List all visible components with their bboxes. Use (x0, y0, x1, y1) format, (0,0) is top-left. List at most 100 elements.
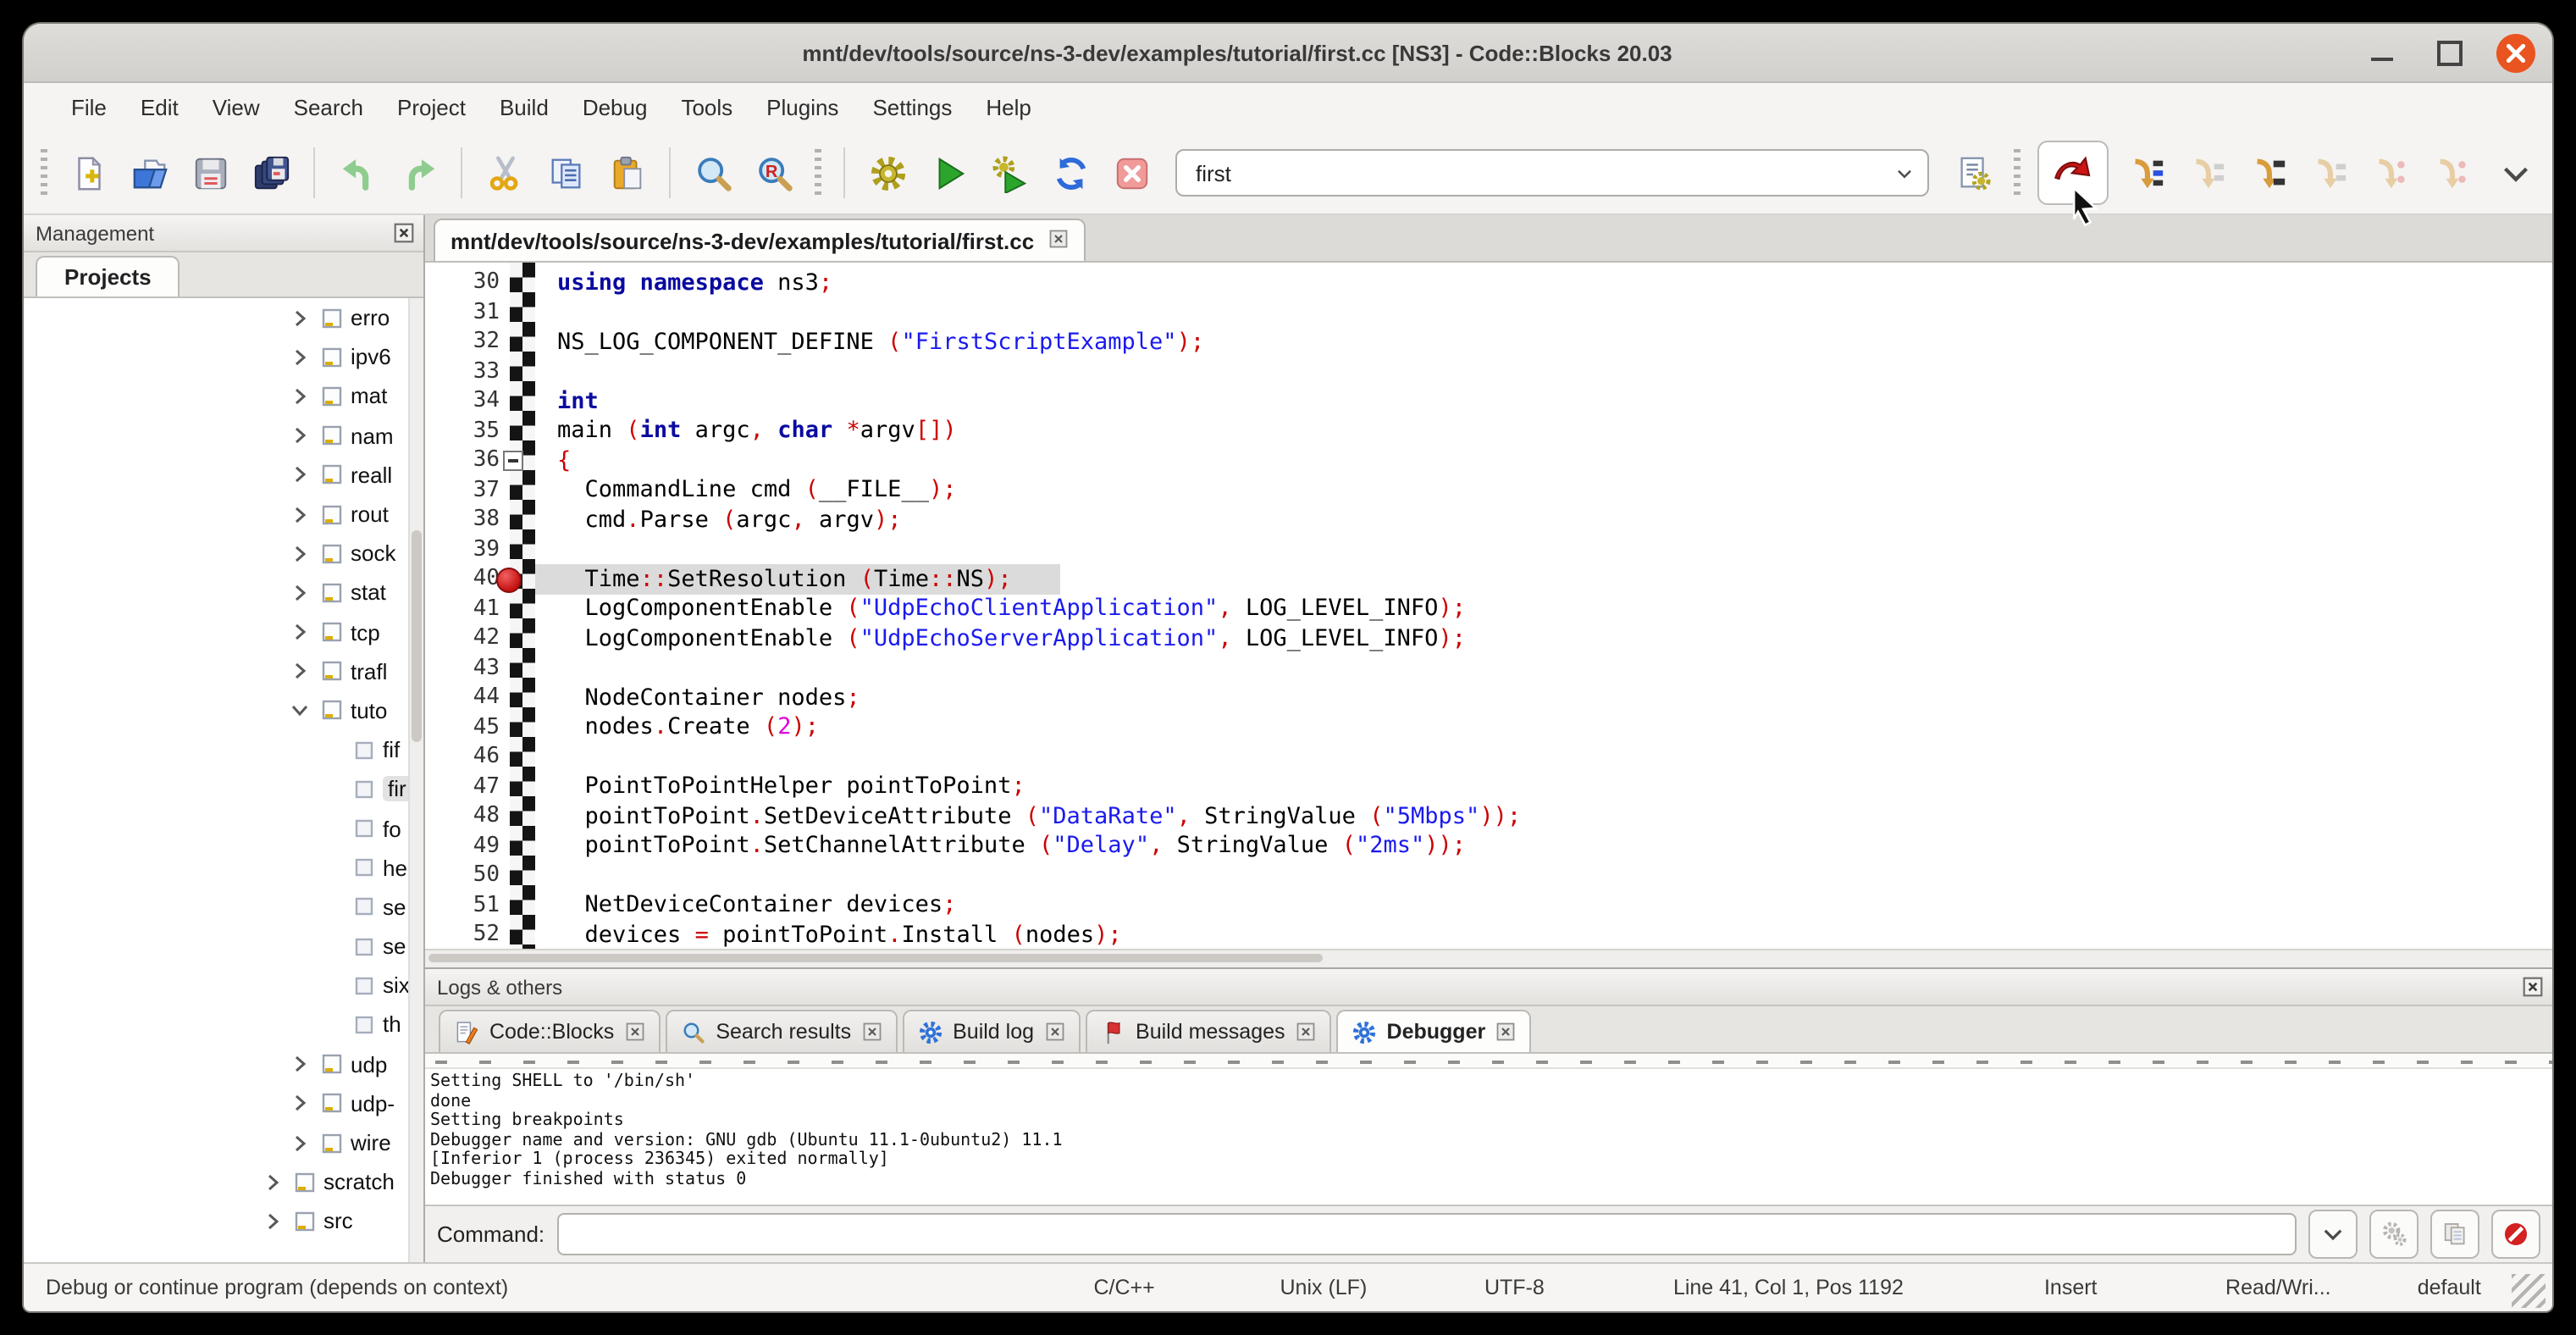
build-and-run-button[interactable] (987, 151, 1031, 195)
tree-collapsed-icon[interactable] (288, 541, 312, 565)
code-line-41[interactable]: 41 LogComponentEnable ("UdpEchoClientApp… (425, 594, 2552, 623)
tree-item-th[interactable]: th (24, 1005, 423, 1044)
chevron-down-icon[interactable] (1880, 162, 1927, 184)
menu-project[interactable]: Project (380, 86, 483, 129)
menu-edit[interactable]: Edit (124, 86, 196, 129)
new-file-button[interactable] (66, 151, 110, 195)
gears-gray-icon[interactable] (2369, 1210, 2418, 1259)
toolbar-grip[interactable] (815, 149, 821, 197)
title-bar[interactable]: mnt/dev/tools/source/ns-3-dev/examples/t… (24, 24, 2552, 83)
close-button[interactable] (2496, 33, 2535, 72)
menu-settings[interactable]: Settings (855, 86, 969, 129)
tree-item-tuto[interactable]: tuto (24, 691, 423, 730)
tree-item-tcp[interactable]: tcp (24, 612, 423, 651)
menu-plugins[interactable]: Plugins (749, 86, 855, 129)
line-number[interactable]: 49 (425, 834, 503, 859)
tree-item-udp[interactable]: udp (24, 1044, 423, 1083)
tab-close-icon[interactable] (861, 1022, 882, 1042)
menu-view[interactable]: View (196, 86, 277, 129)
line-number[interactable]: 50 (425, 863, 503, 889)
tree-collapsed-icon[interactable] (288, 660, 312, 684)
rebuild-button[interactable] (1048, 151, 1092, 195)
line-number[interactable]: 32 (425, 330, 503, 355)
toolbar-overflow-button[interactable] (2493, 151, 2537, 195)
line-number[interactable]: 38 (425, 507, 503, 533)
tree-collapsed-icon[interactable] (288, 346, 312, 369)
menu-build[interactable]: Build (483, 86, 566, 129)
tree-collapsed-icon[interactable] (288, 306, 312, 330)
menu-tools[interactable]: Tools (664, 86, 749, 129)
tree-item-stat[interactable]: stat (24, 573, 423, 612)
paste-button[interactable] (605, 151, 649, 195)
replace-button[interactable]: R (752, 151, 796, 195)
code-line-47[interactable]: 47 PointToPointHelper pointToPoint; (425, 772, 2552, 801)
tree-item-trafl[interactable]: trafl (24, 651, 423, 690)
line-number[interactable]: 39 (425, 537, 503, 562)
find-button[interactable] (691, 151, 735, 195)
tree-item-se[interactable]: se (24, 927, 423, 966)
redo-button[interactable] (396, 151, 440, 195)
line-number[interactable]: 34 (425, 389, 503, 414)
tree-collapsed-icon[interactable] (288, 385, 312, 408)
code-line-40[interactable]: 40 Time::SetResolution (Time::NS); (425, 564, 2552, 594)
chevron-down-icon[interactable] (2308, 1210, 2358, 1259)
tree-item-fir[interactable]: fir (24, 770, 423, 809)
line-number[interactable]: 52 (425, 922, 503, 948)
tree-collapsed-icon[interactable] (288, 1052, 312, 1076)
line-number[interactable]: 35 (425, 418, 503, 444)
code-line-46[interactable]: 46 (425, 742, 2552, 772)
code-line-51[interactable]: 51 NetDeviceContainer devices; (425, 890, 2552, 920)
tree-collapsed-icon[interactable] (261, 1170, 285, 1194)
resize-grip[interactable] (2512, 1274, 2546, 1308)
next-instruction-button[interactable] (2368, 151, 2412, 195)
tree-expanded-icon[interactable] (288, 699, 312, 723)
menu-search[interactable]: Search (277, 86, 380, 129)
tree-collapsed-icon[interactable] (261, 1210, 285, 1233)
tree-item-se[interactable]: se (24, 888, 423, 927)
build-target-combo[interactable]: first (1175, 149, 1929, 197)
toolbar-grip[interactable] (2014, 149, 2020, 197)
clear-log-icon[interactable] (2491, 1210, 2540, 1259)
line-number[interactable]: 43 (425, 656, 503, 681)
fold-marker[interactable] (503, 451, 523, 471)
tree-item-rout[interactable]: rout (24, 495, 423, 534)
breakpoint-margin[interactable] (510, 263, 535, 949)
line-number[interactable]: 36 (425, 448, 503, 474)
tab-close-icon[interactable] (624, 1022, 644, 1042)
tree-item-src[interactable]: src (24, 1202, 423, 1241)
tree-item-six[interactable]: six (24, 966, 423, 1005)
maximize-button[interactable] (2429, 32, 2469, 73)
toolbar-grip[interactable] (41, 149, 47, 197)
line-number[interactable]: 41 (425, 596, 503, 622)
tab-close-icon[interactable] (1296, 1022, 1316, 1042)
command-input[interactable] (556, 1213, 2297, 1255)
line-number[interactable]: 33 (425, 359, 503, 385)
cut-button[interactable] (483, 151, 527, 195)
tree-collapsed-icon[interactable] (288, 1131, 312, 1155)
tree-item-nam[interactable]: nam (24, 416, 423, 455)
tree-scrollbar[interactable] (408, 298, 423, 1262)
tree-item-ipv6[interactable]: ipv6 (24, 337, 423, 376)
code-line-44[interactable]: 44 NodeContainer nodes; (425, 683, 2552, 712)
tree-collapsed-icon[interactable] (288, 463, 312, 487)
tree-collapsed-icon[interactable] (288, 502, 312, 526)
code-line-43[interactable]: 43 (425, 653, 2552, 683)
undo-button[interactable] (335, 151, 379, 195)
tab-close-icon[interactable] (1048, 228, 1068, 253)
code-line-42[interactable]: 42 LogComponentEnable ("UdpEchoServerApp… (425, 623, 2552, 653)
code-line-48[interactable]: 48 pointToPoint.SetDeviceAttribute ("Dat… (425, 801, 2552, 831)
code-line-36[interactable]: 36{ (425, 446, 2552, 475)
log-tab-search-results[interactable]: Search results (665, 1010, 897, 1052)
close-boxed-icon[interactable] (2522, 976, 2544, 998)
run-to-cursor-button[interactable] (2124, 151, 2168, 195)
tree-item-he[interactable]: he (24, 848, 423, 887)
next-line-button[interactable] (2185, 151, 2229, 195)
tree-collapsed-icon[interactable] (288, 620, 312, 644)
step-out-button[interactable] (2307, 151, 2351, 195)
tree-collapsed-icon[interactable] (288, 1092, 312, 1116)
code-line-32[interactable]: 32NS_LOG_COMPONENT_DEFINE ("FirstScriptE… (425, 327, 2552, 357)
save-file-button[interactable] (188, 151, 232, 195)
menu-debug[interactable]: Debug (566, 86, 665, 129)
build-target-options-button[interactable] (1951, 151, 1995, 195)
step-into-instruction-button[interactable] (2429, 151, 2473, 195)
